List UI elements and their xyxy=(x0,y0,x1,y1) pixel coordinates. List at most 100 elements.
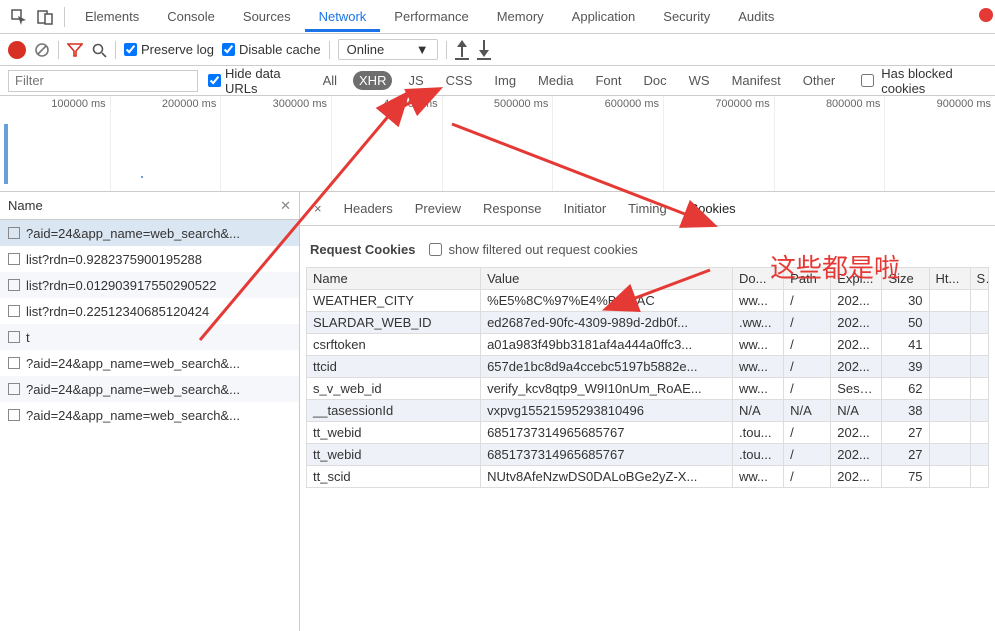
col-domain[interactable]: Do... xyxy=(732,268,783,290)
tab-memory[interactable]: Memory xyxy=(483,1,558,32)
cookie-cell-path: / xyxy=(784,378,831,400)
filter-img[interactable]: Img xyxy=(488,71,522,90)
cookie-cell-value: %E5%8C%97%E4%BA%AC xyxy=(481,290,733,312)
filter-font[interactable]: Font xyxy=(589,71,627,90)
filter-js[interactable]: JS xyxy=(402,71,429,90)
cookie-cell-http xyxy=(929,422,970,444)
inspect-icon[interactable] xyxy=(6,4,32,30)
subtab-cookies[interactable]: Cookies xyxy=(689,201,736,216)
timeline-tick: 900000 ms xyxy=(937,98,991,110)
filter-css[interactable]: CSS xyxy=(440,71,479,90)
subtab-timing[interactable]: Timing xyxy=(628,201,667,216)
cookie-cell-name: __tasessionId xyxy=(307,400,481,422)
upload-har-icon[interactable] xyxy=(455,40,469,60)
error-indicator-icon xyxy=(979,8,993,22)
col-value[interactable]: Value xyxy=(481,268,733,290)
cookies-table-header[interactable]: Name Value Do... Path Expi... Size Ht...… xyxy=(307,268,989,290)
clear-icon[interactable] xyxy=(34,42,50,58)
request-name: t xyxy=(26,330,30,345)
hide-data-urls-checkbox[interactable]: Hide data URLs xyxy=(208,66,307,96)
cookie-row[interactable]: ttcid657de1bc8d9a4ccebc5197b5882e...ww..… xyxy=(307,356,989,378)
cookie-row[interactable]: __tasessionIdvxpvg15521595293810496N/AN/… xyxy=(307,400,989,422)
tab-application[interactable]: Application xyxy=(558,1,650,32)
cookie-row[interactable]: tt_webid6851737314965685767.tou.../202..… xyxy=(307,422,989,444)
network-timeline[interactable]: 100000 ms 200000 ms 300000 ms 400000 ms … xyxy=(0,96,995,192)
tab-network[interactable]: Network xyxy=(305,1,381,32)
col-s[interactable]: S xyxy=(970,268,989,290)
cookie-row[interactable]: tt_webid6851737314965685767.tou.../202..… xyxy=(307,444,989,466)
request-name: list?rdn=0.22512340685120424 xyxy=(26,304,209,319)
request-list-header[interactable]: Name ✕ xyxy=(0,192,299,220)
request-row[interactable]: ?aid=24&app_name=web_search&... xyxy=(0,350,299,376)
col-name[interactable]: Name xyxy=(307,268,481,290)
request-row[interactable]: ?aid=24&app_name=web_search&... xyxy=(0,376,299,402)
subtab-response[interactable]: Response xyxy=(483,201,542,216)
cookie-row[interactable]: csrftokena01a983f49bb3181af4a444a0ffc3..… xyxy=(307,334,989,356)
preserve-log-label: Preserve log xyxy=(141,42,214,57)
timeline-tick: 800000 ms xyxy=(826,98,880,110)
col-expires[interactable]: Expi... xyxy=(831,268,882,290)
cookie-cell-value: 6851737314965685767 xyxy=(481,444,733,466)
show-filtered-checkbox[interactable]: show filtered out request cookies xyxy=(429,242,637,257)
cookie-row[interactable]: WEATHER_CITY%E5%8C%97%E4%BA%ACww.../202.… xyxy=(307,290,989,312)
col-http[interactable]: Ht... xyxy=(929,268,970,290)
search-icon[interactable] xyxy=(91,42,107,58)
request-row[interactable]: list?rdn=0.012903917550290522 xyxy=(0,272,299,298)
cookie-cell-path: / xyxy=(784,334,831,356)
has-blocked-cookies-checkbox[interactable]: Has blocked cookies xyxy=(857,66,987,96)
filter-media[interactable]: Media xyxy=(532,71,579,90)
detail-subtabs: × Headers Preview Response Initiator Tim… xyxy=(300,192,995,226)
disable-cache-checkbox[interactable]: Disable cache xyxy=(222,42,321,57)
cookie-row[interactable]: tt_scidNUtv8AfeNzwDS0DALoBGe2yZ-X...ww..… xyxy=(307,466,989,488)
col-path[interactable]: Path xyxy=(784,268,831,290)
request-row[interactable]: ?aid=24&app_name=web_search&... xyxy=(0,220,299,246)
filter-doc[interactable]: Doc xyxy=(637,71,672,90)
subtab-headers[interactable]: Headers xyxy=(344,201,393,216)
throttling-dropdown[interactable]: Online ▼ xyxy=(338,39,438,60)
close-detail-icon[interactable]: × xyxy=(314,201,322,216)
cookie-cell-s xyxy=(970,356,989,378)
request-checkbox-icon xyxy=(8,331,20,343)
filter-manifest[interactable]: Manifest xyxy=(726,71,787,90)
cookie-cell-name: SLARDAR_WEB_ID xyxy=(307,312,481,334)
tab-console[interactable]: Console xyxy=(153,1,229,32)
subtab-preview[interactable]: Preview xyxy=(415,201,461,216)
cookie-cell-name: tt_webid xyxy=(307,444,481,466)
cookie-cell-domain: .tou... xyxy=(732,422,783,444)
preserve-log-checkbox[interactable]: Preserve log xyxy=(124,42,214,57)
filter-other[interactable]: Other xyxy=(797,71,842,90)
hide-data-urls-label: Hide data URLs xyxy=(225,66,307,96)
request-name: ?aid=24&app_name=web_search&... xyxy=(26,382,240,397)
close-icon[interactable]: ✕ xyxy=(280,198,291,214)
download-har-icon[interactable] xyxy=(477,40,491,60)
cookie-row[interactable]: SLARDAR_WEB_IDed2687ed-90fc-4309-989d-2d… xyxy=(307,312,989,334)
request-row[interactable]: list?rdn=0.22512340685120424 xyxy=(0,298,299,324)
cookie-cell-value: 657de1bc8d9a4ccebc5197b5882e... xyxy=(481,356,733,378)
tab-sources[interactable]: Sources xyxy=(229,1,305,32)
device-toggle-icon[interactable] xyxy=(32,4,58,30)
filter-xhr[interactable]: XHR xyxy=(353,71,392,90)
tab-elements[interactable]: Elements xyxy=(71,1,153,32)
cookie-cell-expires: 202... xyxy=(831,444,882,466)
request-row[interactable]: ?aid=24&app_name=web_search&... xyxy=(0,402,299,428)
cookie-cell-name: csrftoken xyxy=(307,334,481,356)
tab-security[interactable]: Security xyxy=(649,1,724,32)
filter-ws[interactable]: WS xyxy=(683,71,716,90)
tab-performance[interactable]: Performance xyxy=(380,1,482,32)
request-row[interactable]: list?rdn=0.9282375900195288 xyxy=(0,246,299,272)
request-cookies-title: Request Cookies xyxy=(310,242,415,257)
filter-icon[interactable] xyxy=(67,42,83,58)
cookie-cell-domain: N/A xyxy=(732,400,783,422)
subtab-initiator[interactable]: Initiator xyxy=(564,201,607,216)
cookie-cell-domain: .tou... xyxy=(732,444,783,466)
cookie-cell-value: 6851737314965685767 xyxy=(481,422,733,444)
cookie-cell-s xyxy=(970,422,989,444)
record-button[interactable] xyxy=(8,41,26,59)
filter-all[interactable]: All xyxy=(317,71,343,90)
cookie-row[interactable]: s_v_web_idverify_kcv8qtp9_W9I10nUm_RoAE.… xyxy=(307,378,989,400)
filter-input[interactable] xyxy=(8,70,198,92)
request-row[interactable]: t xyxy=(0,324,299,350)
col-size[interactable]: Size xyxy=(882,268,929,290)
tab-audits[interactable]: Audits xyxy=(724,1,788,32)
cookie-cell-http xyxy=(929,378,970,400)
